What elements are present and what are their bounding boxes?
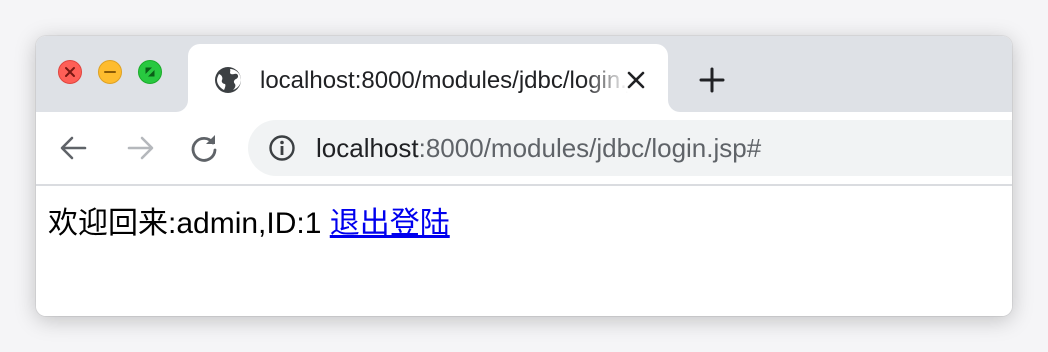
url-text[interactable]: localhost:8000/modules/jdbc/login.jsp#	[316, 132, 761, 164]
info-icon[interactable]	[268, 134, 296, 162]
address-bar[interactable]: localhost:8000/modules/jdbc/login.jsp#	[248, 120, 1012, 176]
window-close-button[interactable]	[58, 60, 82, 84]
welcome-line: 欢迎回来:admin,ID:1 退出登陆	[48, 206, 450, 242]
active-tab[interactable]: localhost:8000/modules/jdbc/login.jsp#	[188, 44, 668, 112]
minimize-glyph-icon	[104, 71, 116, 73]
close-glyph-icon	[65, 67, 75, 77]
arrow-left-icon[interactable]	[58, 132, 90, 164]
logout-link[interactable]: 退出登陆	[330, 207, 450, 240]
close-icon[interactable]	[624, 68, 648, 92]
window-maximize-button[interactable]	[138, 60, 162, 84]
globe-icon	[215, 67, 241, 93]
url-path: :8000/modules/jdbc/login.jsp#	[418, 133, 762, 163]
window-minimize-button[interactable]	[98, 60, 122, 84]
browser-window: localhost:8000/modules/jdbc/login.jsp#	[36, 36, 1012, 316]
tab-strip: localhost:8000/modules/jdbc/login.jsp#	[36, 36, 1012, 112]
page-content: 欢迎回来:admin,ID:1 退出登陆	[36, 186, 1012, 316]
fullscreen-glyph-icon	[145, 67, 155, 77]
arrow-right-icon[interactable]	[124, 132, 156, 164]
toolbar: localhost:8000/modules/jdbc/login.jsp#	[36, 112, 1012, 186]
tab-title: localhost:8000/modules/jdbc/login.jsp#	[260, 67, 628, 94]
reload-icon[interactable]	[188, 132, 220, 164]
url-host: localhost	[316, 133, 419, 163]
plus-icon[interactable]	[696, 64, 728, 96]
welcome-text: 欢迎回来:admin,ID:1	[48, 207, 322, 240]
